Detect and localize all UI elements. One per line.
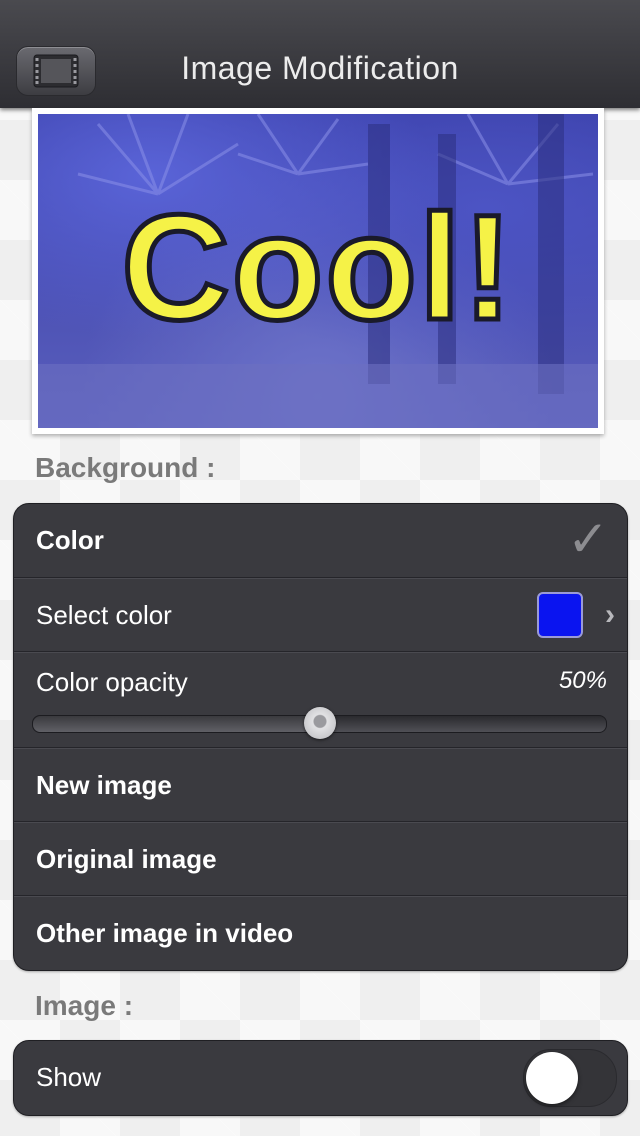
option-other-image-in-video[interactable]: Other image in video (14, 896, 627, 970)
option-original-image-label: Original image (36, 844, 217, 874)
section-label-image: Image : (35, 990, 134, 1021)
opacity-slider-fill (33, 716, 320, 732)
show-label: Show (36, 1062, 102, 1092)
navigation-bar: Image Modification (0, 0, 640, 108)
background-options-group: Color ✓ Select color › Color opacity 50%… (13, 503, 628, 971)
show-toggle[interactable] (523, 1049, 617, 1107)
option-other-image-label: Other image in video (36, 918, 294, 948)
option-new-image[interactable]: New image (14, 748, 627, 822)
checkmark-icon: ✓ (567, 511, 609, 567)
page-title: Image Modification (181, 50, 459, 86)
preview-picture: Cool! (38, 114, 598, 428)
chevron-right-icon: › (605, 598, 615, 631)
color-swatch[interactable] (537, 592, 583, 638)
color-opacity-label: Color opacity (36, 667, 188, 697)
option-color-label: Color (36, 525, 104, 555)
select-color-row[interactable]: Select color › (14, 578, 627, 652)
image-preview[interactable]: Cool! (32, 108, 604, 434)
color-opacity-row: Color opacity 50% (14, 652, 627, 748)
image-options-group: Show (13, 1040, 628, 1116)
option-original-image[interactable]: Original image (14, 822, 627, 896)
select-color-label: Select color (36, 600, 172, 630)
overlay-text: Cool! (119, 183, 515, 351)
option-color[interactable]: Color ✓ (14, 504, 627, 578)
toggle-knob (526, 1052, 578, 1104)
option-new-image-label: New image (36, 770, 172, 800)
color-opacity-value: 50% (558, 667, 607, 694)
opacity-slider[interactable] (32, 707, 607, 739)
show-row: Show (14, 1041, 627, 1115)
section-label-background: Background : (35, 452, 216, 483)
opacity-slider-thumb[interactable] (303, 707, 336, 739)
